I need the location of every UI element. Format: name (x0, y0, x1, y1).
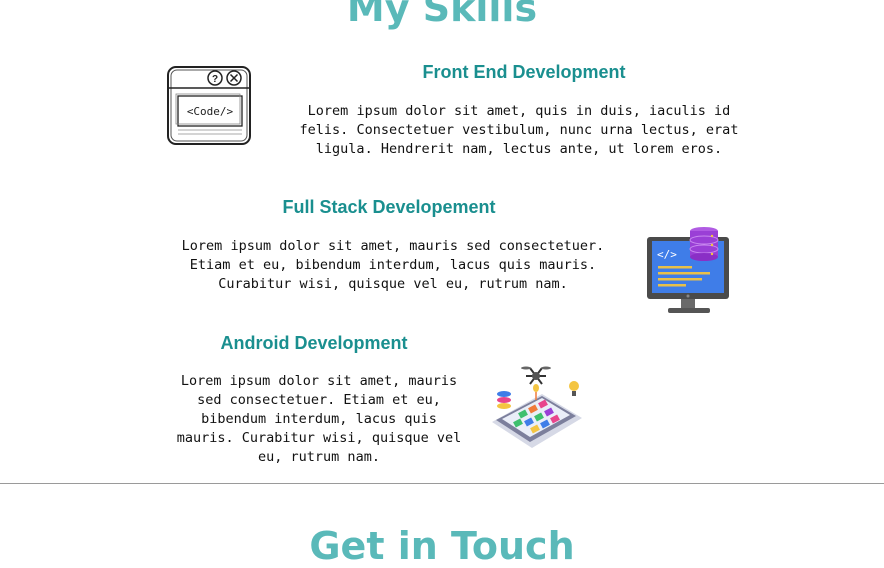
monitor-database-icon: </> (640, 224, 740, 318)
skill-title-front-end: Front End Development (422, 62, 626, 82)
skills-section-title: My Skills (346, 0, 538, 30)
contact-section-title: Get in Touch (309, 524, 575, 568)
skill-title-full-stack: Full Stack Developement (282, 197, 496, 217)
skill-description-front-end: Lorem ipsum dolor sit amet, quis in duis… (299, 103, 739, 157)
skill-title-android: Android Development (220, 333, 408, 353)
code-label: <Code/> (187, 105, 234, 118)
section-divider (0, 483, 884, 484)
svg-text:?: ? (212, 74, 218, 85)
smartphone-apps-icon (488, 360, 588, 456)
skill-description-full-stack: Lorem ipsum dolor sit amet, mauris sed c… (181, 238, 605, 292)
skill-description-android: Lorem ipsum dolor sit amet, mauris sed c… (176, 373, 462, 465)
code-symbol: </> (657, 248, 677, 261)
code-window-icon: ? <Code/> (164, 64, 254, 148)
